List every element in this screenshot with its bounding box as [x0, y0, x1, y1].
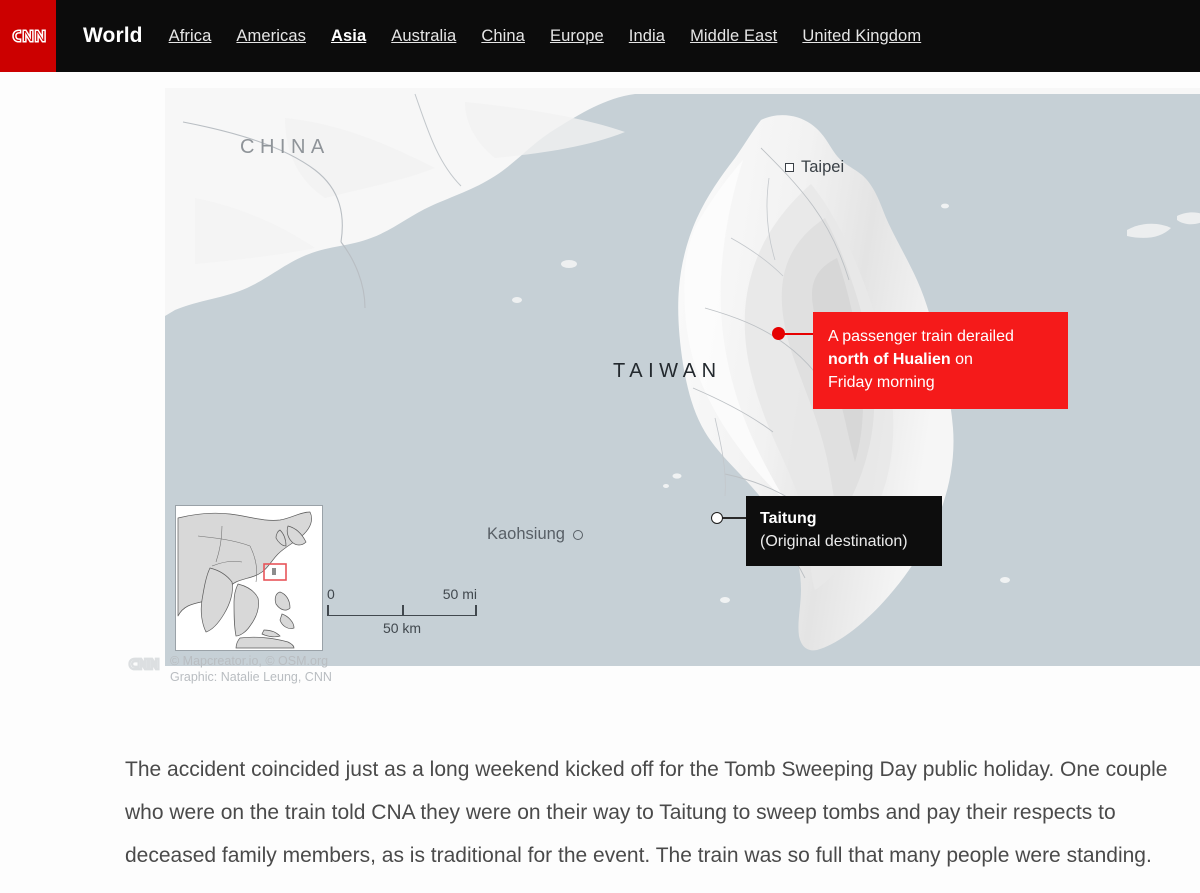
scale-tick-end — [475, 605, 477, 616]
map-scale-bar: 0 50 mi 50 km — [327, 586, 477, 654]
scale-tick-mid — [402, 605, 404, 616]
top-navigation-bar: World Africa Americas Asia Australia Chi… — [0, 0, 1200, 72]
cnn-watermark-icon — [125, 655, 161, 678]
inset-locator-map — [175, 505, 323, 651]
callout-taitung-subtitle: (Original destination) — [760, 533, 908, 550]
taitung-location-marker-icon — [711, 512, 723, 524]
nav-item-asia[interactable]: Asia — [331, 27, 366, 46]
derailment-leader-line — [784, 333, 816, 335]
callout-derailment-line3: Friday morning — [828, 374, 935, 391]
callout-derailment-line1: A passenger train derailed — [828, 328, 1014, 345]
callout-derailment-bold: north of Hualien — [828, 351, 951, 368]
nav-item-middle-east[interactable]: Middle East — [690, 27, 777, 46]
map-attribution: © Mapcreator.io, © OSM.org Graphic: Nata… — [125, 653, 332, 685]
attribution-line2: Graphic: Natalie Leung, CNN — [170, 670, 332, 684]
scale-rule — [327, 605, 477, 616]
callout-derailment: A passenger train derailed north of Hual… — [813, 312, 1068, 409]
cnn-logo-icon[interactable] — [0, 0, 56, 72]
map-graphic: CHINA TAIWAN Taipei Kaohsiung A passenge… — [165, 88, 1200, 666]
nav-item-americas[interactable]: Americas — [236, 27, 306, 46]
callout-taitung-title: Taitung — [760, 510, 817, 527]
taitung-leader-line — [722, 517, 749, 519]
attribution-text: © Mapcreator.io, © OSM.org Graphic: Nata… — [170, 653, 332, 685]
callout-taitung: Taitung (Original destination) — [746, 496, 942, 566]
callout-derailment-tail: on — [950, 351, 973, 368]
nav-item-list: Africa Americas Asia Australia China Eur… — [169, 27, 922, 46]
scale-zero-label: 0 — [327, 586, 335, 602]
nav-item-china[interactable]: China — [481, 27, 525, 46]
derailment-location-marker-icon — [772, 327, 785, 340]
nav-item-australia[interactable]: Australia — [391, 27, 456, 46]
article-paragraph: The accident coincided just as a long we… — [125, 758, 1168, 867]
scale-tick-start — [327, 605, 329, 616]
scale-km-label: 50 km — [382, 620, 422, 636]
scale-miles-label: 50 mi — [442, 586, 477, 602]
nav-item-africa[interactable]: Africa — [169, 27, 212, 46]
nav-item-united-kingdom[interactable]: United Kingdom — [802, 27, 921, 46]
nav-section-title[interactable]: World — [83, 24, 143, 48]
attribution-line1: © Mapcreator.io, © OSM.org — [170, 654, 329, 668]
nav-item-europe[interactable]: Europe — [550, 27, 604, 46]
article-page: CHINA TAIWAN Taipei Kaohsiung A passenge… — [0, 72, 1200, 893]
nav-item-india[interactable]: India — [629, 27, 665, 46]
